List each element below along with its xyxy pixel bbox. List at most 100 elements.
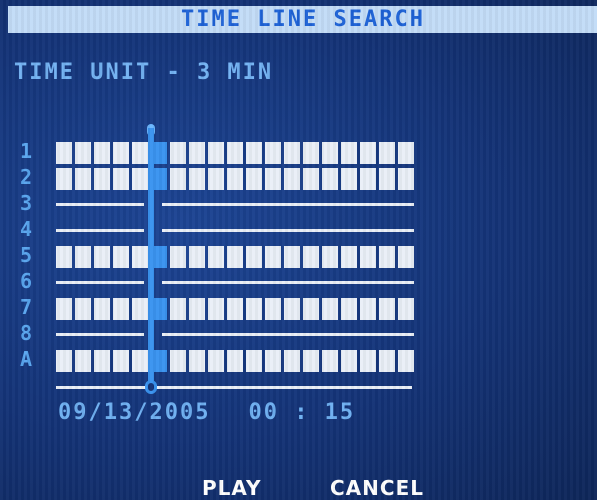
timeline-cell[interactable] bbox=[208, 246, 224, 268]
timeline-cell[interactable] bbox=[56, 246, 72, 268]
timeline-cell[interactable] bbox=[246, 246, 262, 268]
timeline-cell[interactable] bbox=[227, 142, 243, 164]
timeline-cell[interactable] bbox=[75, 168, 91, 190]
timeline-cell[interactable] bbox=[398, 246, 414, 268]
timeline-cell[interactable] bbox=[379, 298, 395, 320]
timeline-cell[interactable] bbox=[284, 168, 300, 190]
timeline-cell[interactable] bbox=[265, 246, 281, 268]
timeline-cell[interactable] bbox=[379, 142, 395, 164]
timeline-cell[interactable] bbox=[94, 142, 110, 164]
timeline-cell[interactable] bbox=[322, 298, 338, 320]
timeline-cell[interactable] bbox=[360, 168, 376, 190]
timeline-cell[interactable] bbox=[265, 168, 281, 190]
timeline-cell[interactable] bbox=[113, 168, 129, 190]
timeline-cell[interactable] bbox=[303, 168, 319, 190]
timeline-empty-line[interactable] bbox=[162, 333, 414, 336]
timeline-cell[interactable] bbox=[322, 350, 338, 372]
timeline-cell[interactable] bbox=[360, 298, 376, 320]
timeline-cell[interactable] bbox=[398, 142, 414, 164]
timeline-cell[interactable] bbox=[379, 168, 395, 190]
timeline-cell[interactable] bbox=[189, 168, 205, 190]
timeline-empty-line[interactable] bbox=[56, 229, 144, 232]
timeline-cell[interactable] bbox=[75, 142, 91, 164]
timeline-cell[interactable] bbox=[284, 298, 300, 320]
timeline-cell[interactable] bbox=[132, 246, 148, 268]
timeline-cell[interactable] bbox=[284, 142, 300, 164]
timeline-cell[interactable] bbox=[303, 246, 319, 268]
timeline-cell[interactable] bbox=[246, 350, 262, 372]
timeline-cell[interactable] bbox=[189, 350, 205, 372]
timeline-cell[interactable] bbox=[170, 298, 186, 320]
timeline-cell[interactable] bbox=[208, 142, 224, 164]
timeline-cell[interactable] bbox=[341, 142, 357, 164]
time-cursor[interactable] bbox=[148, 128, 154, 386]
timeline-cell[interactable] bbox=[56, 298, 72, 320]
timeline-cell[interactable] bbox=[189, 142, 205, 164]
timeline-cell[interactable] bbox=[341, 350, 357, 372]
timeline-cell[interactable] bbox=[341, 298, 357, 320]
timeline-cell[interactable] bbox=[56, 142, 72, 164]
timeline-empty-line[interactable] bbox=[56, 203, 144, 206]
timeline-cell[interactable] bbox=[265, 350, 281, 372]
timeline-cell[interactable] bbox=[265, 142, 281, 164]
timeline-cell[interactable] bbox=[246, 168, 262, 190]
timeline-cell[interactable] bbox=[227, 246, 243, 268]
timeline-cell[interactable] bbox=[94, 350, 110, 372]
timeline-cell[interactable] bbox=[189, 298, 205, 320]
cancel-button[interactable]: CANCEL bbox=[330, 476, 424, 500]
timeline-cell[interactable] bbox=[303, 142, 319, 164]
timeline-cell[interactable] bbox=[75, 246, 91, 268]
timeline-cell[interactable] bbox=[132, 168, 148, 190]
timeline-cell[interactable] bbox=[56, 168, 72, 190]
timeline-cell[interactable] bbox=[398, 350, 414, 372]
date-value[interactable]: 09/13/2005 bbox=[58, 400, 210, 425]
timeline-empty-line[interactable] bbox=[56, 333, 144, 336]
timeline-cell[interactable] bbox=[284, 246, 300, 268]
timeline-cell[interactable] bbox=[56, 350, 72, 372]
timeline-cell[interactable] bbox=[379, 350, 395, 372]
timeline-cell[interactable] bbox=[113, 350, 129, 372]
time-slider-track[interactable] bbox=[56, 386, 412, 389]
timeline-cell[interactable] bbox=[170, 246, 186, 268]
timeline-cell[interactable] bbox=[360, 350, 376, 372]
timeline-cell[interactable] bbox=[170, 168, 186, 190]
timeline-cell[interactable] bbox=[75, 298, 91, 320]
time-value[interactable]: 00 : 15 bbox=[248, 400, 355, 425]
timeline-cell[interactable] bbox=[170, 350, 186, 372]
timeline-cell[interactable] bbox=[341, 168, 357, 190]
timeline-cell[interactable] bbox=[284, 350, 300, 372]
timeline-cell[interactable] bbox=[322, 142, 338, 164]
timeline-cell[interactable] bbox=[113, 142, 129, 164]
timeline-cell[interactable] bbox=[322, 168, 338, 190]
timeline-cell[interactable] bbox=[322, 246, 338, 268]
timeline-cell[interactable] bbox=[132, 142, 148, 164]
timeline-cell[interactable] bbox=[132, 350, 148, 372]
timeline-cell[interactable] bbox=[189, 246, 205, 268]
timeline-cell[interactable] bbox=[360, 142, 376, 164]
timeline-cell[interactable] bbox=[246, 142, 262, 164]
timeline-empty-line[interactable] bbox=[162, 281, 414, 284]
timeline-grid[interactable] bbox=[56, 140, 416, 374]
timeline-cell[interactable] bbox=[303, 298, 319, 320]
timeline-empty-line[interactable] bbox=[162, 229, 414, 232]
timeline-cell[interactable] bbox=[94, 246, 110, 268]
timeline-cell[interactable] bbox=[360, 246, 376, 268]
time-slider-thumb[interactable] bbox=[145, 380, 157, 394]
timeline-cell[interactable] bbox=[227, 298, 243, 320]
timeline-cell[interactable] bbox=[208, 298, 224, 320]
timeline-cell[interactable] bbox=[113, 246, 129, 268]
timeline-cell[interactable] bbox=[265, 298, 281, 320]
timeline-cell[interactable] bbox=[303, 350, 319, 372]
timeline-cell[interactable] bbox=[94, 168, 110, 190]
timeline-cell[interactable] bbox=[398, 168, 414, 190]
timeline-cell[interactable] bbox=[94, 298, 110, 320]
play-button[interactable]: PLAY bbox=[202, 476, 261, 500]
timeline-cell[interactable] bbox=[75, 350, 91, 372]
timeline-cell[interactable] bbox=[227, 168, 243, 190]
timeline-cell[interactable] bbox=[246, 298, 262, 320]
timeline-cell[interactable] bbox=[227, 350, 243, 372]
timeline-cell[interactable] bbox=[113, 298, 129, 320]
timeline-cell[interactable] bbox=[379, 246, 395, 268]
timeline-empty-line[interactable] bbox=[56, 281, 144, 284]
timeline-empty-line[interactable] bbox=[162, 203, 414, 206]
